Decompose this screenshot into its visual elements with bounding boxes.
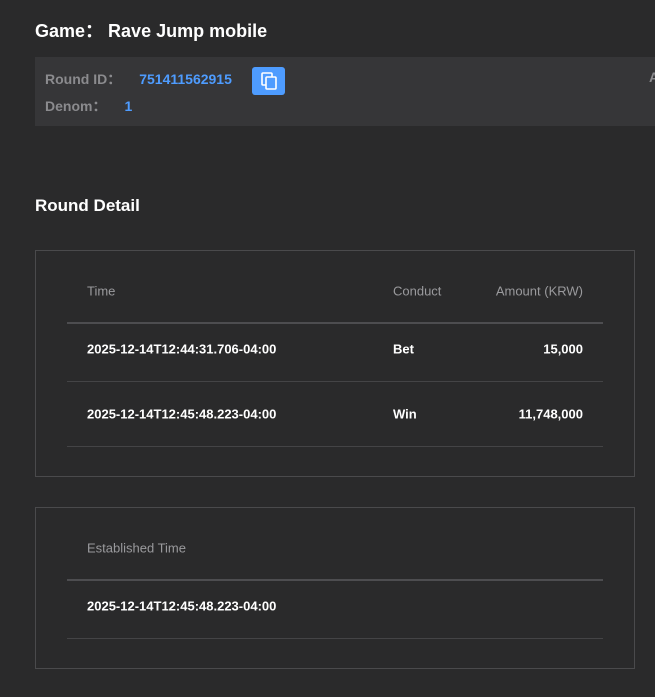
established-time-table: Established Time 2025-12-14T12:45:48.223… [35, 507, 635, 669]
column-header-established-time: Established Time [87, 540, 186, 555]
game-label: Game： [35, 21, 104, 41]
row-amount: 15,000 [543, 341, 583, 356]
round-detail-page: Game： Rave Jump mobile Round ID： 7514115… [0, 0, 655, 697]
round-id-label: Round ID： [45, 71, 122, 87]
round-id-row: Round ID： 751411562915 [45, 69, 232, 89]
round-id-value: 751411562915 [139, 71, 232, 87]
table-row: 2025-12-14T12:45:48.223-04:00 Win 11,748… [67, 381, 603, 447]
denom-value: 1 [124, 98, 133, 114]
row-conduct: Win [393, 406, 417, 421]
copy-icon [260, 72, 277, 90]
row-amount: 11,748,000 [518, 406, 583, 421]
established-time-value: 2025-12-14T12:45:48.223-04:00 [87, 598, 277, 613]
game-name: Rave Jump mobile [108, 21, 268, 41]
established-header: Established Time [67, 516, 603, 581]
page-title: Game： Rave Jump mobile [35, 17, 267, 43]
round-detail-title: Round Detail [35, 196, 140, 215]
denom-label: Denom： [45, 98, 107, 114]
round-detail-table: Time Conduct Amount (KRW) 2025-12-14T12:… [35, 250, 635, 477]
row-time: 2025-12-14T12:44:31.706-04:00 [87, 341, 277, 356]
column-header-time: Time [87, 283, 116, 298]
table-header: Time Conduct Amount (KRW) [67, 259, 603, 324]
table-row: 2025-12-14T12:45:48.223-04:00 [67, 573, 603, 639]
column-header-amount: Amount (KRW) [495, 283, 583, 298]
column-header-conduct: Conduct [393, 283, 442, 298]
table-row: 2025-12-14T12:44:31.706-04:00 Bet 15,000 [67, 316, 603, 382]
round-info-panel: Round ID： 751411562915 Denom： 1 A [35, 57, 655, 126]
copy-round-id-button[interactable] [252, 67, 285, 95]
row-conduct: Bet [393, 341, 414, 356]
row-time: 2025-12-14T12:45:48.223-04:00 [87, 406, 277, 421]
denom-row: Denom： 1 [45, 96, 132, 116]
truncated-edge-text: A [649, 69, 655, 85]
